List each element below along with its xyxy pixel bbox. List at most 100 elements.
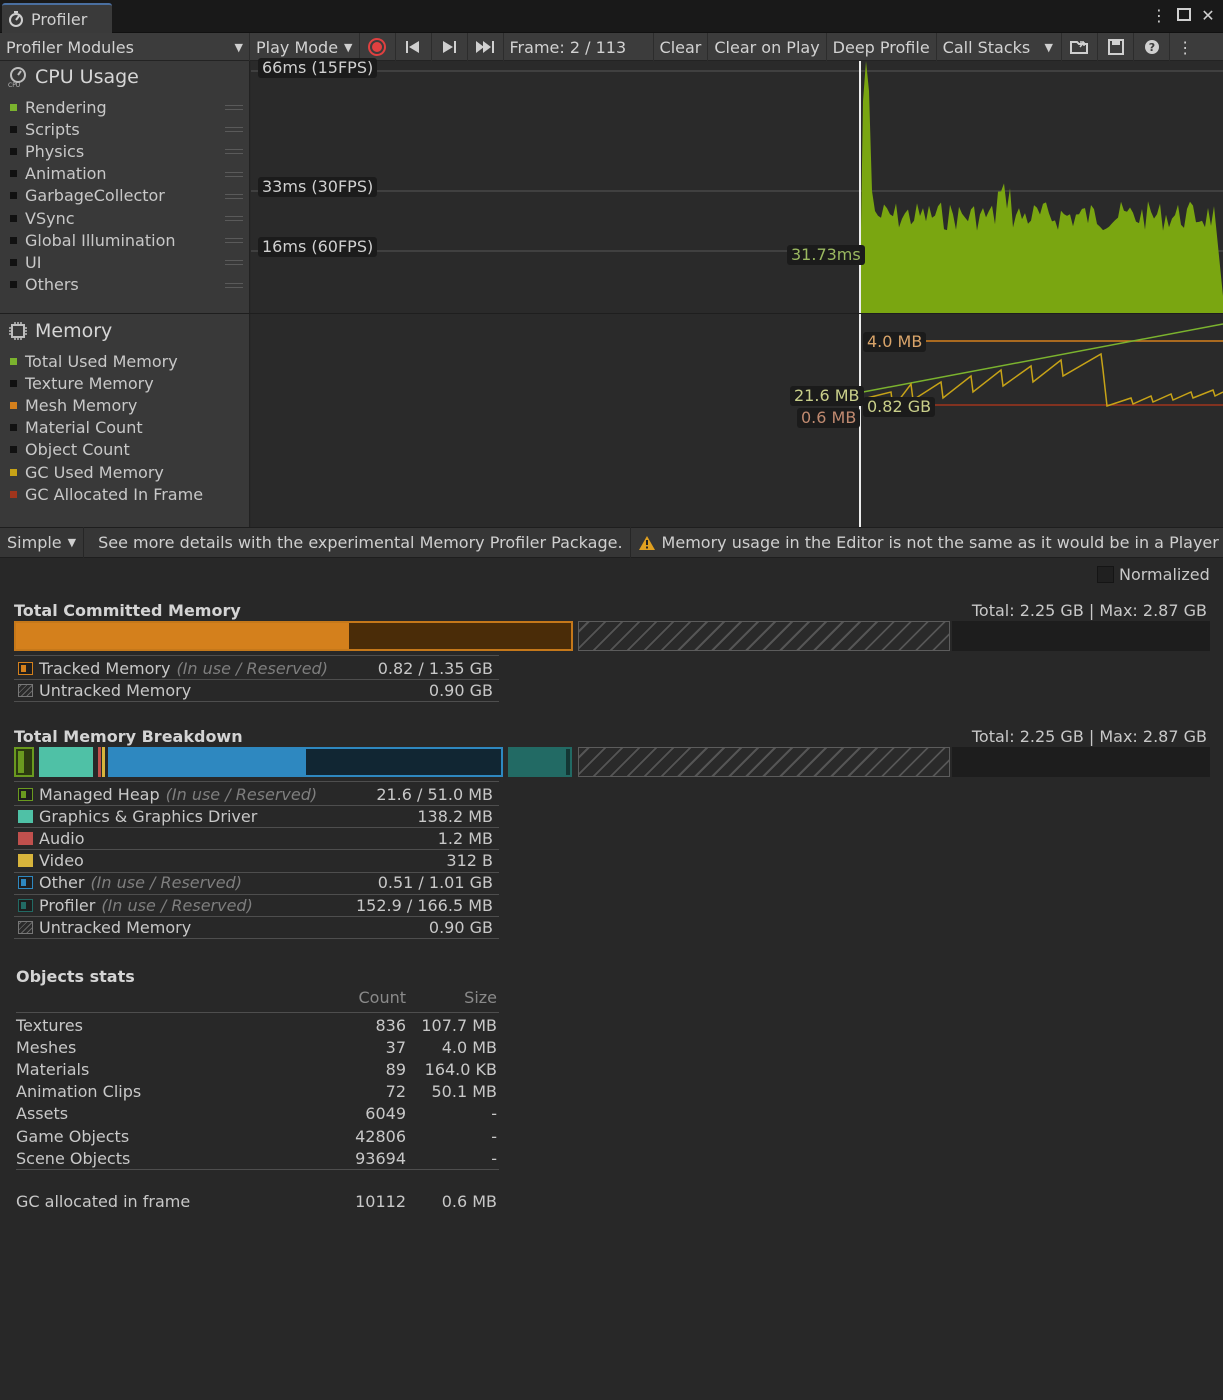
drag-handle-icon[interactable]	[225, 260, 243, 266]
normalized-toggle[interactable]: Normalized	[1097, 565, 1210, 584]
drag-handle-icon[interactable]	[225, 216, 243, 221]
memory-legend-item[interactable]: Material Count	[10, 418, 143, 438]
drag-handle-icon[interactable]	[225, 171, 243, 177]
legend-label: GC Used Memory	[25, 462, 164, 482]
legend-swatch	[10, 147, 17, 155]
memory-legend-item[interactable]: Object Count	[10, 440, 130, 460]
memory-legend-item[interactable]: Total Used Memory	[10, 351, 178, 371]
breakdown-row[interactable]: Audio 1.2 MB	[14, 827, 499, 849]
threshold-16ms-label: 16ms (60FPS)	[258, 237, 378, 257]
memory-chart-svg	[859, 314, 1223, 527]
legend-swatch	[10, 170, 17, 178]
legend-swatch	[10, 401, 17, 409]
kebab-menu-icon[interactable]: ⋮	[1148, 6, 1170, 26]
clear-button[interactable]: Clear	[654, 33, 709, 61]
breakdown-row[interactable]: Video 312 B	[14, 850, 499, 872]
drag-handle-icon[interactable]	[225, 238, 243, 244]
breakdown-row[interactable]: Untracked Memory 0.90 GB	[14, 916, 499, 938]
drag-handle-icon[interactable]	[225, 149, 243, 155]
memory-swatch-icon	[18, 787, 33, 801]
memory-legend-item[interactable]: Mesh Memory	[10, 395, 137, 415]
drag-handle-icon[interactable]	[225, 193, 243, 199]
profiler-memory-bar[interactable]	[508, 747, 572, 777]
call-stacks-button[interactable]: Call Stacks	[937, 33, 1037, 61]
rendering-series-area	[860, 61, 1223, 313]
cpu-legend-item[interactable]: Animation	[10, 164, 107, 184]
last-frame-button[interactable]	[468, 33, 504, 61]
managed-heap-bar[interactable]	[14, 747, 34, 777]
memory-chart[interactable]: 4.0 MB 21.6 MB 0.82 GB 0.6 MB	[251, 314, 1223, 527]
untracked-memory-bar[interactable]	[578, 621, 950, 651]
cpu-legend-item[interactable]: Physics	[10, 141, 84, 161]
cpu-legend-item[interactable]: Others	[10, 275, 79, 295]
legend-label: Texture Memory	[25, 373, 154, 393]
breakdown-row[interactable]: Other (In use / Reserved) 0.51 / 1.01 GB	[14, 872, 499, 894]
first-frame-button[interactable]	[396, 33, 432, 61]
memory-profiler-link[interactable]: See more details with the experimental M…	[84, 527, 631, 558]
drag-handle-icon[interactable]	[225, 127, 243, 133]
call-stacks-dropdown[interactable]: ▼	[1036, 33, 1063, 61]
memory-swatch-icon	[18, 876, 33, 890]
breakdown-row[interactable]: Graphics & Graphics Driver 138.2 MB	[14, 805, 499, 827]
cpu-legend-item[interactable]: Global Illumination	[10, 230, 176, 250]
help-icon: ?	[1144, 40, 1159, 54]
memory-module-panel[interactable]: Memory Total Used Memory Texture Memory Me…	[0, 314, 250, 527]
other-memory-bar[interactable]	[108, 747, 503, 777]
load-button[interactable]	[1062, 33, 1099, 61]
memory-legend-item[interactable]: GC Used Memory	[10, 462, 164, 482]
more-menu-icon[interactable]: ⋮	[1170, 33, 1200, 61]
object-count: 836	[375, 1015, 406, 1035]
objects-row: Animation Clips 72 50.1 MB	[16, 1081, 499, 1103]
cpu-legend-item[interactable]: Rendering	[10, 97, 107, 117]
cpu-usage-header[interactable]: CPU CPU Usage	[8, 66, 139, 88]
objects-divider	[16, 1012, 499, 1013]
profiler-tab[interactable]: Profiler	[2, 3, 112, 33]
play-mode-dropdown[interactable]: Play Mode ▼	[250, 33, 360, 61]
cpu-usage-chart[interactable]: 66ms (15FPS) 33ms (30FPS) 16ms (60FPS) 3…	[251, 58, 1223, 313]
cpu-module-panel[interactable]: CPU CPU Usage Rendering Scripts Physics Ani…	[0, 61, 250, 313]
memory-header[interactable]: Memory	[8, 320, 112, 342]
help-button[interactable]: ?	[1134, 33, 1171, 61]
legend-label: Object Count	[25, 440, 130, 460]
object-type: Assets	[16, 1104, 69, 1124]
memory-legend-item[interactable]: Texture Memory	[10, 373, 154, 393]
size-header: Size	[464, 987, 497, 1007]
deep-profile-button[interactable]: Deep Profile	[827, 33, 937, 61]
cpu-legend-item[interactable]: UI	[10, 252, 41, 272]
tracked-memory-bar[interactable]	[14, 621, 573, 651]
graphics-driver-bar[interactable]	[39, 747, 93, 777]
object-type: Animation Clips	[16, 1082, 142, 1102]
object-count: 72	[385, 1082, 406, 1102]
view-mode-dropdown[interactable]: Simple ▼	[0, 527, 85, 558]
record-button[interactable]	[360, 33, 396, 61]
audio-bar[interactable]	[98, 747, 101, 777]
close-icon[interactable]: ✕	[1197, 6, 1219, 26]
committed-row[interactable]: Tracked Memory (In use / Reserved) 0.82 / …	[14, 657, 499, 679]
cpu-legend-item[interactable]: VSync	[10, 208, 75, 228]
maximize-icon[interactable]	[1173, 6, 1195, 26]
object-count: 37	[385, 1037, 406, 1057]
cpu-legend-item[interactable]: GarbageCollector	[10, 186, 165, 206]
committed-row-note: (In use / Reserved)	[176, 658, 328, 678]
clear-on-play-button[interactable]: Clear on Play	[708, 33, 827, 61]
cpu-legend-item[interactable]: Scripts	[10, 119, 80, 139]
next-frame-button[interactable]	[432, 33, 468, 61]
drag-handle-icon[interactable]	[225, 105, 243, 110]
untracked-breakdown-bar[interactable]	[578, 747, 950, 777]
objects-header-row: Count Size	[16, 986, 499, 1008]
breakdown-row[interactable]: Managed Heap (In use / Reserved) 21.6 / 51…	[14, 783, 499, 805]
play-mode-label: Play Mode	[256, 37, 339, 57]
normalized-checkbox[interactable]	[1097, 566, 1114, 583]
memory-legend-item[interactable]: GC Allocated In Frame	[10, 484, 203, 504]
legend-swatch	[10, 379, 17, 387]
committed-row[interactable]: Untracked Memory 0.90 GB	[14, 679, 499, 701]
breakdown-row[interactable]: Profiler (In use / Reserved) 152.9 / 166.5…	[14, 894, 499, 916]
legend-label: Physics	[25, 141, 85, 161]
profiler-modules-dropdown[interactable]: Profiler Modules ▼	[0, 33, 250, 61]
cpu-usage-title: CPU Usage	[35, 66, 139, 88]
drag-handle-icon[interactable]	[225, 282, 243, 288]
objects-row: Game Objects 42806 -	[16, 1125, 499, 1147]
legend-swatch	[10, 192, 17, 200]
video-bar[interactable]	[102, 747, 105, 777]
save-button[interactable]	[1098, 33, 1135, 61]
